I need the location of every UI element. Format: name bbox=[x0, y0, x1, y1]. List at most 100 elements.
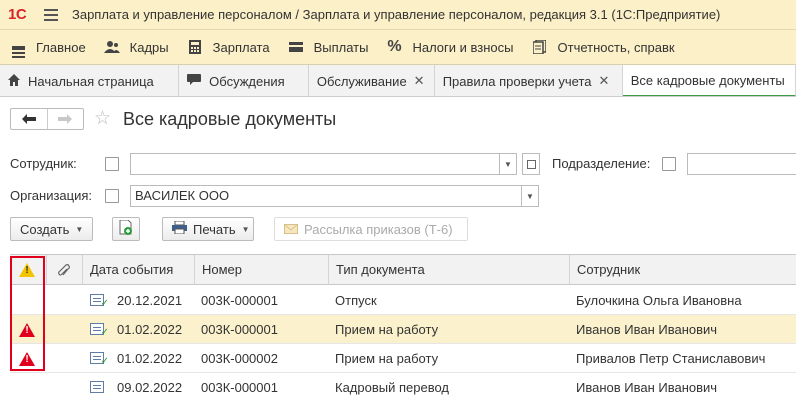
cell-employee: Булочкина Ольга Ивановна bbox=[576, 293, 742, 308]
menu-item-salary[interactable]: Зарплата bbox=[177, 30, 278, 64]
wallet-icon bbox=[286, 39, 306, 55]
employee-filter-label: Сотрудник: bbox=[10, 156, 77, 171]
employee-filter-input[interactable] bbox=[130, 153, 500, 175]
posted-document-icon: ✓ bbox=[90, 323, 109, 338]
table-row[interactable]: ! ✓ 01.02.2022 003К-000001 Прием на работу Ив… bbox=[10, 315, 796, 344]
cell-date: 01.02.2022 bbox=[117, 351, 183, 366]
tab-label: Обслуживание bbox=[316, 73, 407, 89]
menu-item-label: Зарплата bbox=[212, 39, 270, 55]
table-row[interactable]: ! ✓ 01.02.2022 003К-000002 Прием на работу Пр… bbox=[10, 344, 796, 373]
menu-item-taxes[interactable]: % Налоги и взносы bbox=[376, 30, 521, 64]
cell-date: 01.02.2022 bbox=[117, 322, 183, 337]
tab-label: Обсуждения bbox=[209, 73, 285, 89]
create-button-label: Создать bbox=[20, 221, 70, 237]
posted-document-icon: ✓ bbox=[90, 352, 109, 367]
print-button[interactable]: Печать ▼ bbox=[162, 217, 254, 241]
menu-item-payments[interactable]: Выплаты bbox=[278, 30, 377, 64]
create-button[interactable]: Создать ▼ bbox=[10, 217, 93, 241]
organization-filter-checkbox[interactable] bbox=[105, 189, 119, 203]
menu-item-reports[interactable]: Отчетность, справк bbox=[522, 30, 683, 64]
cell-date: 09.02.2022 bbox=[117, 380, 183, 395]
chevron-down-icon: ▼ bbox=[75, 224, 84, 234]
section-menu: Главное Кадры Зарплата Выплаты % Налоги … bbox=[0, 30, 796, 65]
menu-bars-icon bbox=[8, 39, 28, 58]
home-icon bbox=[8, 73, 20, 89]
envelope-icon bbox=[284, 222, 298, 237]
department-filter-input[interactable] bbox=[687, 153, 796, 175]
tab-label: Все кадровые документы bbox=[630, 72, 785, 88]
document-icon bbox=[90, 381, 104, 393]
cell-number: 003К-000002 bbox=[201, 351, 278, 366]
close-icon[interactable]: ✕ bbox=[598, 73, 609, 89]
document-add-icon bbox=[119, 219, 133, 238]
table-row[interactable]: ✓ 20.12.2021 003К-000001 Отпуск Булочкина Ол… bbox=[10, 286, 796, 315]
employee-filter-checkbox[interactable] bbox=[105, 157, 119, 171]
warning-column-highlight bbox=[10, 256, 45, 371]
navigation-buttons bbox=[10, 108, 84, 130]
app-logo: 1С bbox=[8, 6, 27, 23]
title-bar: 1С Зарплата и управление персоналом / За… bbox=[0, 0, 796, 30]
organization-filter-input[interactable]: ВАСИЛЕК ООО bbox=[130, 185, 522, 207]
tab-maintenance[interactable]: Обслуживание ✕ bbox=[309, 65, 435, 96]
mailing-orders-button[interactable]: Рассылка приказов (Т-6) bbox=[274, 217, 468, 241]
copy-document-button[interactable] bbox=[112, 217, 140, 241]
cell-document-type: Прием на работу bbox=[335, 322, 439, 337]
cell-document-type: Кадровый перевод bbox=[335, 380, 449, 395]
tab-label: Правила проверки учета bbox=[442, 73, 592, 89]
cell-employee: Привалов Петр Станиславович bbox=[576, 351, 766, 366]
menu-item-label: Выплаты bbox=[313, 39, 369, 55]
column-date-header[interactable]: Дата события bbox=[82, 255, 194, 285]
column-type-header[interactable]: Тип документа bbox=[328, 255, 569, 285]
column-employee-header[interactable]: Сотрудник bbox=[569, 255, 796, 285]
organization-filter-label: Организация: bbox=[10, 188, 93, 203]
menu-item-label: Налоги и взносы bbox=[412, 39, 514, 55]
app-title: Зарплата и управление персоналом / Зарпл… bbox=[72, 7, 721, 22]
chevron-down-icon: ▼ bbox=[241, 224, 250, 234]
menu-item-label: Кадры bbox=[129, 39, 169, 55]
open-windows-tabs: Начальная страница Обсуждения Обслуживан… bbox=[0, 65, 796, 97]
cell-number: 003К-000001 bbox=[201, 380, 278, 395]
chat-icon bbox=[187, 73, 202, 89]
menu-item-label: Главное bbox=[36, 39, 86, 55]
people-icon bbox=[102, 39, 122, 55]
tab-label: Начальная страница bbox=[28, 73, 154, 89]
print-button-label: Печать bbox=[193, 221, 236, 237]
printer-icon bbox=[172, 220, 187, 237]
tab-discussions[interactable]: Обсуждения bbox=[179, 65, 309, 96]
paperclip-icon bbox=[58, 262, 70, 277]
cell-date: 20.12.2021 bbox=[117, 293, 183, 308]
menu-item-main[interactable]: Главное bbox=[0, 30, 94, 64]
chevron-down-icon[interactable]: ▼ bbox=[499, 153, 517, 175]
menu-item-hr[interactable]: Кадры bbox=[94, 30, 177, 64]
column-attachment-header[interactable] bbox=[46, 255, 82, 285]
close-icon[interactable]: ✕ bbox=[414, 73, 425, 89]
column-number-header[interactable]: Номер bbox=[194, 255, 328, 285]
chevron-down-icon[interactable]: ▼ bbox=[521, 185, 539, 207]
percent-icon: % bbox=[387, 38, 402, 55]
documents-table: ! Дата события Номер Тип документа Сотру… bbox=[10, 254, 796, 401]
cell-document-type: Отпуск bbox=[335, 293, 377, 308]
department-filter-checkbox[interactable] bbox=[662, 157, 676, 171]
open-form-icon[interactable] bbox=[522, 153, 540, 175]
forward-arrow-icon[interactable] bbox=[46, 109, 84, 129]
reports-icon bbox=[530, 39, 550, 55]
calculator-icon bbox=[185, 39, 205, 55]
tab-home[interactable]: Начальная страница bbox=[0, 65, 180, 96]
cell-number: 003К-000001 bbox=[201, 293, 278, 308]
tab-check-rules[interactable]: Правила проверки учета ✕ bbox=[435, 65, 623, 96]
main-menu-icon[interactable] bbox=[44, 6, 58, 24]
cell-document-type: Прием на работу bbox=[335, 351, 439, 366]
tab-all-hr-documents[interactable]: Все кадровые документы bbox=[622, 65, 796, 96]
posted-document-icon: ✓ bbox=[90, 294, 109, 309]
back-arrow-icon[interactable] bbox=[11, 109, 47, 129]
table-row[interactable]: 09.02.2022 003К-000001 Кадровый перевод Ива… bbox=[10, 373, 796, 401]
cell-number: 003К-000001 bbox=[201, 322, 278, 337]
department-filter-label: Подразделение: bbox=[552, 156, 651, 171]
page-title: Все кадровые документы bbox=[123, 109, 337, 129]
cell-employee: Иванов Иван Иванович bbox=[576, 322, 718, 337]
mailing-orders-label: Рассылка приказов (Т-6) bbox=[304, 221, 453, 237]
menu-item-label: Отчетность, справк bbox=[557, 39, 675, 55]
cell-employee: Иванов Иван Иванович bbox=[576, 380, 718, 395]
table-header: ! Дата события Номер Тип документа Сотру… bbox=[10, 255, 796, 285]
favorite-star-icon[interactable]: ☆ bbox=[94, 108, 111, 130]
